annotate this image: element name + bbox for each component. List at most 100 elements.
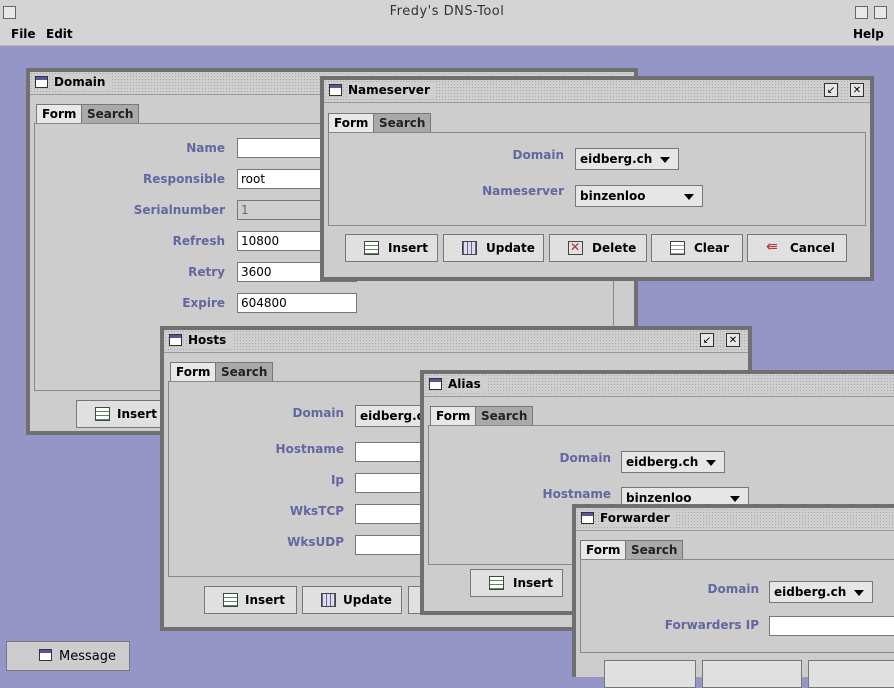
domain-label: Domain xyxy=(559,451,611,465)
insert-icon xyxy=(223,593,238,607)
hostname-label: Hostname xyxy=(275,442,344,456)
hosts-insert-button[interactable]: Insert xyxy=(204,586,297,614)
hosts-update-button[interactable]: Update xyxy=(302,586,402,614)
nameserver-clear-button[interactable]: Clear xyxy=(651,234,743,262)
tab-search[interactable]: Search xyxy=(625,540,684,559)
domain-select[interactable]: eidberg.ch xyxy=(769,581,873,603)
forwarders-ip-label: Forwarders IP xyxy=(664,618,759,632)
delete-label: Delete xyxy=(592,241,637,255)
restore-icon[interactable]: ↙ xyxy=(824,83,838,97)
cancel-icon: ⇚ xyxy=(766,239,778,255)
tab-search[interactable]: Search xyxy=(81,104,140,123)
ip-label: Ip xyxy=(330,473,344,487)
nameserver-delete-button[interactable]: Delete xyxy=(549,234,647,262)
insert-icon xyxy=(364,241,379,255)
chevron-down-icon xyxy=(684,194,694,200)
retry-label: Retry xyxy=(188,265,225,279)
domain-label: Domain xyxy=(292,406,344,420)
forwarder-window-title: Forwarder xyxy=(600,511,676,525)
update-label: Update xyxy=(343,593,392,607)
domain-select-value: eidberg.ch xyxy=(626,455,699,469)
nameserver-form-panel: Domain eidberg.ch Nameserver binzenloo xyxy=(328,132,866,226)
clear-icon xyxy=(670,241,685,255)
menu-bar: File Edit Help xyxy=(0,24,894,46)
tab-search[interactable]: Search xyxy=(215,362,274,381)
forwarders-ip-field[interactable] xyxy=(769,616,894,636)
refresh-label: Refresh xyxy=(172,234,225,248)
menu-file[interactable]: File xyxy=(11,27,36,41)
forwarder-form-panel: Domain eidberg.ch Forwarders IP xyxy=(580,559,894,653)
domain-select[interactable]: eidberg.ch xyxy=(621,451,725,473)
message-taskbar-button[interactable]: Message xyxy=(6,641,130,671)
close-icon[interactable]: ✕ xyxy=(850,83,864,97)
nameserver-select[interactable]: binzenloo xyxy=(575,185,703,207)
alias-window-title: Alias xyxy=(448,377,487,391)
tab-form[interactable]: Form xyxy=(36,104,83,123)
insert-label: Insert xyxy=(245,593,285,607)
alias-insert-button[interactable]: Insert xyxy=(470,569,563,597)
menu-edit[interactable]: Edit xyxy=(46,27,73,41)
update-icon xyxy=(321,593,336,607)
insert-icon xyxy=(95,407,110,421)
update-icon xyxy=(462,241,477,255)
tab-form[interactable]: Form xyxy=(328,113,375,132)
chevron-down-icon xyxy=(854,590,864,596)
name-label: Name xyxy=(186,141,225,155)
chevron-down-icon xyxy=(706,460,716,466)
forwarder-window-titlebar[interactable]: Forwarder xyxy=(576,508,894,531)
insert-label: Insert xyxy=(388,241,428,255)
expire-field[interactable]: 604800 xyxy=(237,293,357,313)
tab-form[interactable]: Form xyxy=(580,540,627,559)
tab-search[interactable]: Search xyxy=(373,113,432,132)
nameserver-window-title: Nameserver xyxy=(348,83,436,97)
window-icon xyxy=(429,378,442,390)
clear-label: Clear xyxy=(694,241,730,255)
nameserver-cancel-button[interactable]: ⇚ Cancel xyxy=(747,234,847,262)
domain-select[interactable]: eidberg.ch xyxy=(575,148,679,170)
nameserver-window-titlebar[interactable]: Nameserver ↙ ✕ xyxy=(324,80,870,103)
tab-form[interactable]: Form xyxy=(430,406,477,425)
forwarder-update-button[interactable] xyxy=(702,660,802,688)
domain-insert-button[interactable]: Insert xyxy=(76,400,166,428)
nameserver-insert-button[interactable]: Insert xyxy=(345,234,438,262)
minimize-icon[interactable] xyxy=(855,6,868,19)
domain-select-value: eidberg.ch xyxy=(774,585,847,599)
maximize-icon[interactable] xyxy=(874,6,887,19)
window-icon xyxy=(169,334,182,346)
app-title: Fredy's DNS-Tool xyxy=(389,4,505,19)
restore-icon[interactable]: ↙ xyxy=(700,333,714,347)
chevron-down-icon xyxy=(730,496,740,502)
nameserver-update-button[interactable]: Update xyxy=(443,234,544,262)
wkstcp-label: WksTCP xyxy=(289,504,344,518)
domain-label: Domain xyxy=(707,582,759,596)
insert-label: Insert xyxy=(117,407,157,421)
cancel-label: Cancel xyxy=(790,241,835,255)
hosts-window-title: Hosts xyxy=(188,333,233,347)
forwarder-insert-button[interactable] xyxy=(604,660,696,688)
expire-label: Expire xyxy=(182,296,225,310)
menu-help[interactable]: Help xyxy=(853,27,884,41)
domain-select-value: eidberg.ch xyxy=(580,152,653,166)
tab-search[interactable]: Search xyxy=(475,406,534,425)
serialnumber-label: Serialnumber xyxy=(133,203,225,217)
window-icon xyxy=(581,512,594,524)
nameserver-window: Nameserver ↙ ✕ Form Search Domain eidber… xyxy=(320,76,874,281)
hostname-select-value: binzenloo xyxy=(626,491,692,505)
alias-window-titlebar[interactable]: Alias xyxy=(424,374,894,397)
chevron-down-icon xyxy=(660,157,670,163)
tab-form[interactable]: Form xyxy=(170,362,217,381)
responsible-label: Responsible xyxy=(143,172,225,186)
window-icon xyxy=(39,649,52,661)
update-label: Update xyxy=(486,241,535,255)
nameserver-select-value: binzenloo xyxy=(580,189,646,203)
forwarder-delete-button[interactable] xyxy=(808,660,894,688)
domain-label: Domain xyxy=(512,148,564,162)
insert-icon xyxy=(489,576,504,590)
hosts-window-titlebar[interactable]: Hosts ↙ ✕ xyxy=(164,330,748,353)
app-titlebar: Fredy's DNS-Tool xyxy=(0,0,894,25)
window-menu-icon[interactable] xyxy=(3,6,16,19)
delete-icon xyxy=(568,240,583,255)
message-label: Message xyxy=(59,649,116,664)
close-icon[interactable]: ✕ xyxy=(726,333,740,347)
wksudp-label: WksUDP xyxy=(287,535,344,549)
